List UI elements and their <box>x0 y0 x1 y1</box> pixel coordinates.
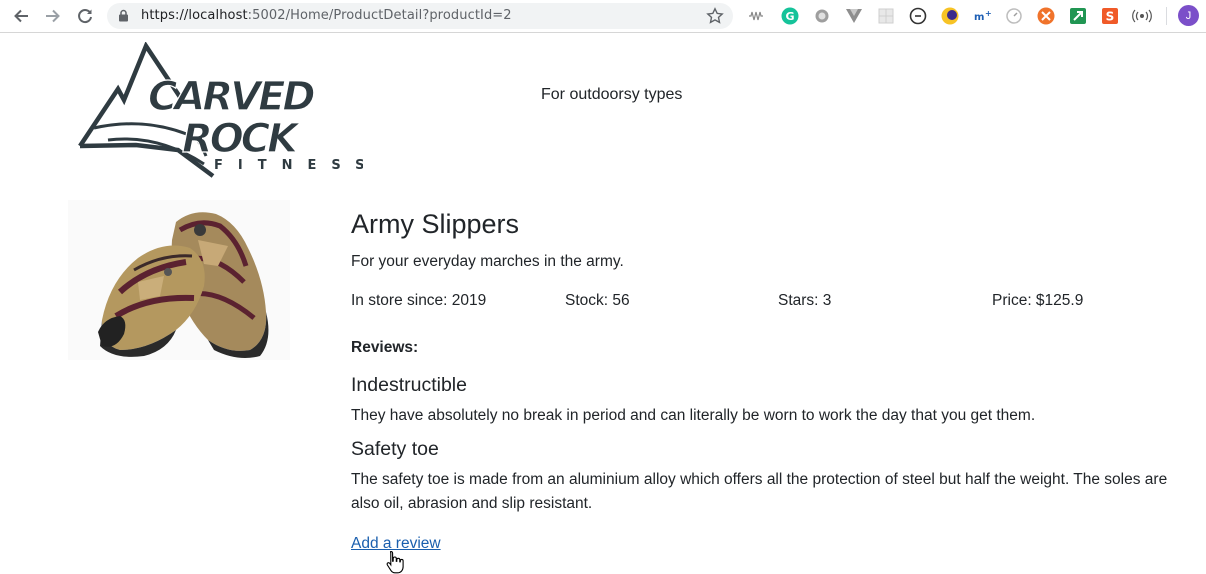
review-title: Indestructible <box>351 374 467 396</box>
svg-text:+: + <box>985 9 991 18</box>
product-price: Price: $125.9 <box>992 292 1084 309</box>
extension-broadcast-icon[interactable] <box>1132 6 1152 26</box>
carved-rock-fitness-logo[interactable]: CARVED ROCK FITNESS <box>78 42 363 182</box>
logo-word-rock: ROCK <box>182 116 301 162</box>
url-text: https://localhost:5002/Home/ProductDetai… <box>141 8 512 23</box>
reload-icon <box>78 9 92 24</box>
address-bar[interactable]: https://localhost:5002/Home/ProductDetai… <box>107 3 733 29</box>
browser-toolbar: https://localhost:5002/Home/ProductDetai… <box>0 0 1206 33</box>
grammarly-icon[interactable]: G <box>780 6 800 26</box>
extension-gauge-icon[interactable] <box>1004 6 1024 26</box>
extension-red-icon[interactable]: S <box>1100 6 1120 26</box>
product-description: For your everyday marches in the army. <box>351 253 624 270</box>
vue-devtools-icon[interactable] <box>844 6 864 26</box>
url-host: https://localhost <box>141 8 248 23</box>
svg-text:m: m <box>974 12 984 23</box>
review-body: The safety toe is made from an aluminium… <box>351 471 1168 512</box>
svg-text:G: G <box>785 10 794 23</box>
reviews-heading: Reviews: <box>351 339 419 356</box>
arrow-right-icon <box>46 9 60 23</box>
toolbar-divider <box>1166 7 1167 25</box>
logo-word-fitness: FITNESS <box>214 158 363 173</box>
hand-cursor-icon <box>386 550 404 574</box>
reload-button[interactable] <box>72 4 98 28</box>
url-path: :5002/Home/ProductDetail?productId=2 <box>247 8 512 23</box>
star-rating: Stars: 3 <box>778 292 832 309</box>
in-store-since: In store since: 2019 <box>351 292 487 309</box>
review-title: Safety toe <box>351 438 439 460</box>
extension-circle-icon[interactable] <box>812 6 832 26</box>
review-body: They have absolutely no break in period … <box>351 407 1036 424</box>
logo-word-carved: CARVED <box>148 74 314 120</box>
svg-text:S: S <box>1106 10 1115 24</box>
lock-icon <box>119 9 128 22</box>
profile-avatar[interactable]: J <box>1178 5 1199 26</box>
product-image <box>68 200 290 360</box>
back-button[interactable] <box>8 4 34 28</box>
forward-button[interactable] <box>40 4 66 28</box>
stock-count: Stock: 56 <box>565 292 630 309</box>
site-tagline: For outdoorsy types <box>541 86 683 103</box>
extension-ring-icon[interactable] <box>908 6 928 26</box>
bookmark-star-icon[interactable] <box>706 7 724 25</box>
extension-m-icon[interactable]: m + <box>972 6 992 26</box>
extension-moon-icon[interactable] <box>940 6 960 26</box>
product-name: Army Slippers <box>351 209 520 239</box>
extension-orange-icon[interactable] <box>1036 6 1056 26</box>
arrow-left-icon <box>14 9 28 23</box>
extension-wave-icon[interactable] <box>747 6 767 26</box>
extension-green-icon[interactable] <box>1068 6 1088 26</box>
extension-grid-icon[interactable] <box>876 6 896 26</box>
